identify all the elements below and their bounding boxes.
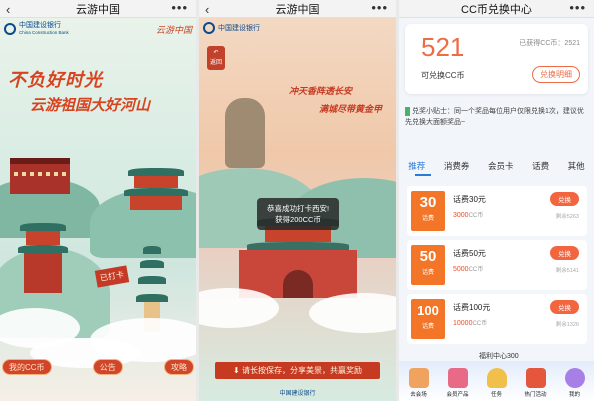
coin-exchange-screen: CC币兑换中心 ••• 521 可兑换CC币 已获得CC币：2521 兑换明细 … — [399, 0, 594, 401]
prize-name: 话费50元 — [453, 249, 486, 258]
nav-label: 会员产品 — [446, 392, 469, 398]
prize-cost: 3000CC币 — [453, 212, 484, 219]
nav-venue[interactable]: 去会场 — [401, 368, 437, 398]
floating-promo[interactable]: 福利中心300 — [479, 351, 519, 361]
more-icon[interactable]: ••• — [569, 0, 586, 15]
logo-row: 中国建设银行 China Construction Bank 云游中国 — [4, 22, 192, 36]
bank-name-en: China Construction Bank — [19, 30, 69, 35]
tab-recommended[interactable]: 推荐 — [408, 160, 425, 172]
gift-icon — [447, 368, 468, 388]
page-title: CC币兑换中心 — [461, 3, 532, 16]
exchange-detail-button[interactable]: 兑换明细 — [532, 66, 580, 83]
nav-mine[interactable]: 我的 — [557, 368, 593, 398]
redeem-button[interactable]: 兑换 — [550, 246, 579, 260]
title-bar: CC币兑换中心 ••• — [399, 0, 594, 18]
poem-line-1: 冲天香阵透长安 — [289, 87, 353, 97]
footer-bank-logo: 中国建设银行 — [279, 391, 316, 397]
nav-label: 热门活动 — [524, 392, 547, 398]
chevron-left-icon[interactable]: ‹ — [6, 2, 10, 17]
page-title: 云游中国 — [275, 3, 320, 16]
nav-label: 我的 — [568, 392, 580, 398]
headline-primary: 不负好时光 — [8, 70, 103, 91]
city-gate-illustration — [239, 218, 357, 298]
campaign-logo: 云游中国 — [155, 25, 192, 36]
logo-row: 中国建设银行 — [203, 22, 392, 34]
headline-secondary: 云游祖国大好河山 — [30, 96, 151, 114]
prize-card: 50 话费 话费50元 5000CC币 兑换 剩余5141 — [407, 240, 587, 290]
title-bar: ‹ 云游中国 ••• — [0, 0, 196, 18]
nav-member-products[interactable]: 会员产品 — [440, 368, 476, 398]
bell-tower-illustration — [18, 223, 68, 293]
exchange-tip: 兑奖小贴士：同一个奖品每位用户仅限兑换1次，建议优先兑换大面额奖品~ — [405, 106, 588, 128]
share-banner-text: 请长按保存，分享美景，共赢奖励 — [241, 366, 362, 375]
trophy-icon — [486, 368, 507, 388]
tab-vouchers[interactable]: 消费券 — [444, 160, 470, 172]
active-tab-indicator — [415, 174, 431, 176]
bank-name: 中国建设银行 — [19, 22, 61, 29]
campaign-home-screen: ‹ 云游中国 ••• 中国建设银行 China Construction Ban… — [0, 0, 196, 401]
more-icon[interactable]: ••• — [171, 0, 188, 15]
poem-line-2: 满城尽带黄金甲 — [319, 105, 383, 115]
bank-logo: 中国建设银行 — [203, 22, 260, 34]
tower-illustration — [124, 168, 188, 210]
toast-line-1: 恭喜成功打卡西安! — [266, 204, 330, 213]
page-title: 云游中国 — [76, 3, 120, 16]
prize-card: 100 话费 话费100元 10000CC币 兑换 剩余1326 — [407, 294, 587, 344]
redeem-button[interactable]: 兑换 — [550, 300, 579, 314]
prize-card: 30 话费 话费30元 3000CC币 兑换 剩余5263 — [407, 186, 587, 236]
tip-marker-icon — [405, 106, 410, 116]
share-banner[interactable]: ⬇ 请长按保存，分享美景，共赢奖励 — [215, 362, 380, 379]
bank-logo: 中国建设银行 China Construction Bank — [4, 22, 69, 36]
prize-name: 话费30元 — [453, 195, 486, 204]
prize-stock: 剩余5263 — [555, 214, 579, 220]
megaphone-icon — [525, 368, 546, 388]
prize-stock: 剩余5141 — [555, 268, 579, 274]
announcement-button[interactable]: 公告 — [92, 359, 123, 375]
coin-balance-card: 521 可兑换CC币 已获得CC币：2521 兑换明细 — [405, 24, 588, 94]
toast-line-2: 获得200CC币 — [275, 215, 321, 224]
user-icon — [564, 368, 585, 388]
potala-palace-illustration — [10, 158, 70, 194]
chevron-left-icon[interactable]: ‹ — [205, 2, 209, 17]
prize-cost: 5000CC币 — [453, 266, 484, 273]
tab-phone-credit[interactable]: 话费 — [532, 160, 549, 172]
nav-tasks[interactable]: 任务 — [479, 368, 515, 398]
return-button-label: 返回 — [209, 60, 222, 66]
more-icon[interactable]: ••• — [371, 0, 388, 15]
download-icon: ⬇ — [233, 366, 240, 375]
campaign-banner: 中国建设银行 China Construction Bank 云游中国 不负好时… — [0, 18, 196, 401]
bank-mark-icon — [203, 22, 215, 34]
bottom-nav: 去会场 会员产品 任务 热门活动 我的 — [399, 361, 594, 401]
bank-mark-icon — [4, 23, 16, 35]
coin-balance: 521 — [421, 32, 465, 62]
nav-label: 去会场 — [410, 392, 427, 398]
coin-balance-label: 可兑换CC币 — [421, 71, 465, 80]
checkin-result-screen: ‹ 云游中国 ••• 中国建设银行 ↶ 返回 冲天香阵透长安 满城尽带黄金甲 恭喜… — [199, 0, 396, 401]
guide-button[interactable]: 攻略 — [164, 359, 194, 375]
my-coins-button[interactable]: 我的CC币 — [2, 359, 52, 375]
success-toast: 恭喜成功打卡西安! 获得200CC币 — [257, 198, 339, 230]
xian-postcard: 中国建设银行 ↶ 返回 冲天香阵透长安 满城尽带黄金甲 恭喜成功打卡西安! 获得2… — [199, 18, 396, 401]
coins-earned: 已获得CC币：2521 — [519, 40, 580, 47]
venue-icon — [408, 368, 429, 388]
nav-label: 任务 — [490, 392, 502, 398]
nav-hot-events[interactable]: 热门活动 — [518, 368, 554, 398]
prize-badge: 100 话费 — [411, 299, 445, 339]
category-tabs: 推荐 消费券 会员卡 话费 其他 — [399, 160, 594, 172]
prize-cost: 10000CC币 — [453, 320, 488, 327]
prize-name: 话费100元 — [453, 303, 491, 312]
bottom-buttons: 我的CC币 公告 攻略 — [0, 359, 196, 375]
title-bar: ‹ 云游中国 ••• — [199, 0, 396, 18]
tab-other[interactable]: 其他 — [568, 160, 585, 172]
terracotta-warrior-illustration — [225, 98, 265, 168]
tip-text: 兑奖小贴士：同一个奖品每位用户仅限兑换1次，建议优先兑换大面额奖品~ — [405, 108, 584, 126]
cloud-decoration — [309, 293, 396, 333]
prize-badge: 30 话费 — [411, 191, 445, 231]
bank-name: 中国建设银行 — [218, 25, 260, 32]
prize-badge: 50 话费 — [411, 245, 445, 285]
redeem-button[interactable]: 兑换 — [550, 192, 579, 206]
prize-stock: 剩余1326 — [555, 322, 579, 328]
return-button[interactable]: ↶ 返回 — [207, 46, 225, 70]
tab-membership[interactable]: 会员卡 — [488, 160, 514, 172]
